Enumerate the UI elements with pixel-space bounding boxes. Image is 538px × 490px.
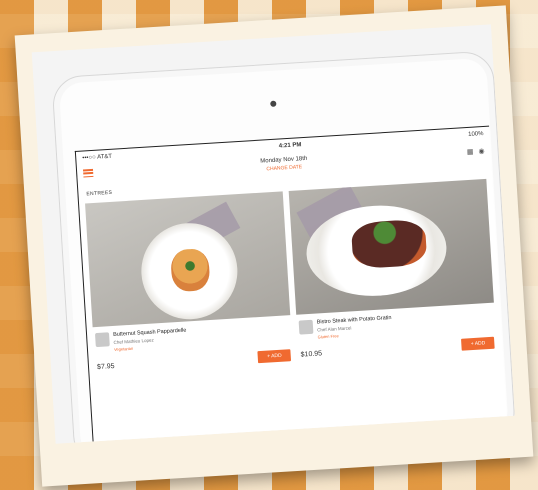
profile-icon[interactable]: ◉	[478, 147, 485, 155]
battery-label: 100%	[468, 131, 484, 138]
price: $7.95	[96, 362, 115, 371]
menu-card[interactable]: Butternut Squash Pappardelle Chef Mathie…	[85, 191, 293, 375]
dish-photo	[85, 191, 291, 328]
clock: 4:21 PM	[278, 142, 302, 150]
add-button[interactable]: + ADD	[461, 336, 495, 351]
carrier-label: •••○○ AT&T	[82, 153, 113, 162]
chef-avatar	[298, 319, 314, 335]
header-icons: ▦ ◉	[467, 147, 485, 156]
app-screen: •••○○ AT&T 4:21 PM 100% Monday Nov 18th …	[74, 125, 509, 444]
menu-grid: Butternut Squash Pappardelle Chef Mathie…	[79, 178, 503, 376]
ipad-device: •••○○ AT&T 4:21 PM 100% Monday Nov 18th …	[51, 50, 515, 444]
photo: •••○○ AT&T 4:21 PM 100% Monday Nov 18th …	[31, 24, 515, 444]
add-button[interactable]: + ADD	[257, 349, 292, 364]
polaroid-frame: •••○○ AT&T 4:21 PM 100% Monday Nov 18th …	[14, 5, 534, 487]
menu-card[interactable]: Bistro Steak with Potato Gratin Chef Ala…	[288, 178, 497, 363]
pasta	[170, 248, 211, 293]
price: $10.95	[300, 349, 323, 359]
camera-dot	[270, 100, 277, 107]
dish-photo	[288, 178, 494, 315]
chef-avatar	[94, 332, 110, 348]
cart-icon[interactable]: ▦	[467, 148, 474, 156]
